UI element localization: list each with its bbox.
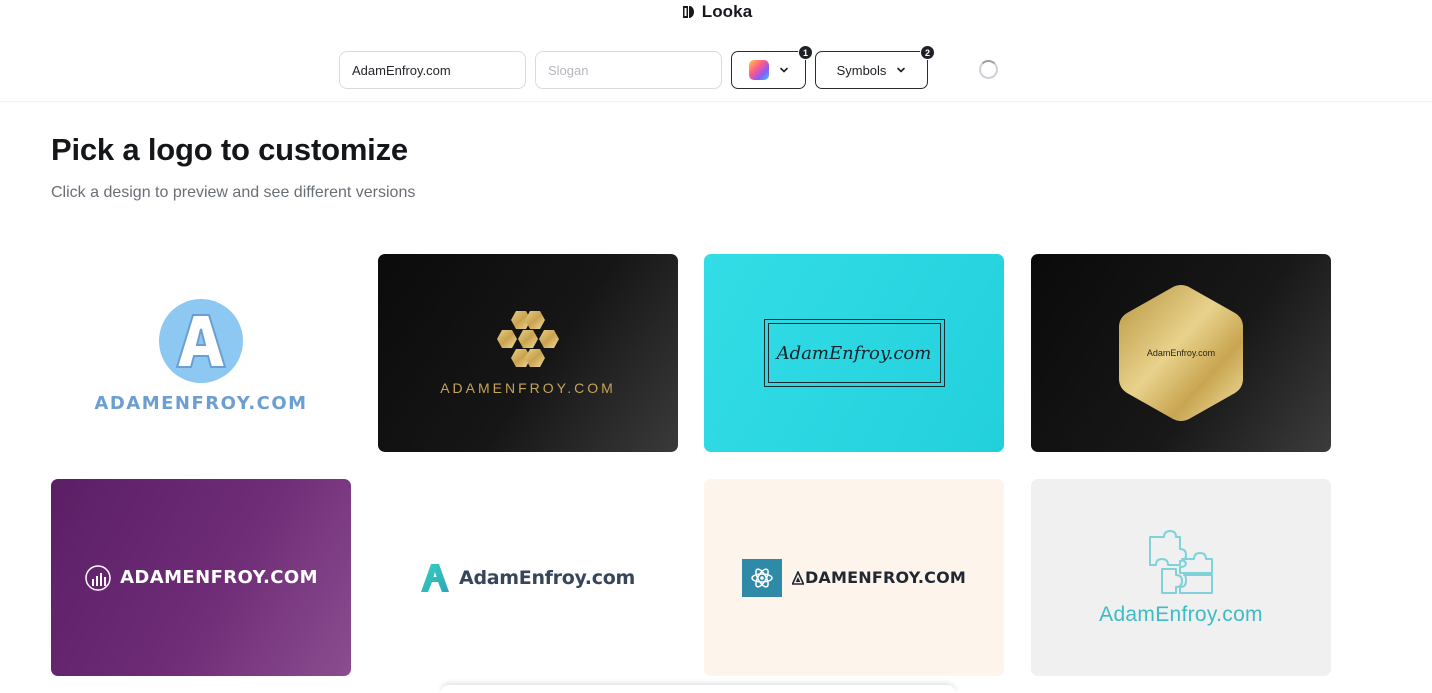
logo-text: AdamEnfroy.com (459, 566, 635, 589)
logo-text: AdamEnfroy.com (1099, 602, 1263, 626)
page-title: Pick a logo to customize (51, 132, 408, 167)
loading-spinner-icon (979, 60, 998, 79)
gold-hexagon-icon: AdamEnfroy.com (1119, 283, 1243, 423)
logo-card[interactable]: AdamEnfroy.com (1031, 479, 1331, 676)
logo-card[interactable]: AdamEnfroy.com (378, 479, 678, 676)
letter-a-circle-icon (159, 298, 243, 383)
logo-text: ADAMENFROY.COM (120, 567, 318, 588)
double-frame: AdamEnfroy.com (763, 319, 945, 387)
looka-logo-icon (682, 6, 694, 18)
logo-text: AdamEnfroy.com (1146, 348, 1216, 358)
logo-options-toolbar: 1 Symbols 2 (0, 45, 1432, 89)
logo-text: ADAMENFROY.COM (440, 380, 616, 396)
letter-a-icon (421, 563, 450, 592)
symbols-label: Symbols (836, 62, 887, 78)
bottom-action-bar[interactable] (441, 685, 955, 693)
colors-count-badge: 1 (798, 45, 813, 60)
puzzle-icon (1149, 529, 1213, 594)
triangle-a-icon (791, 570, 804, 585)
chevron-down-icon (779, 67, 788, 73)
chart-circle-icon (85, 564, 111, 591)
brand-header: Looka (0, 1, 1432, 23)
symbols-count-badge: 2 (920, 45, 935, 60)
logo-card[interactable]: ADAMENFROY.COM (378, 254, 678, 452)
slogan-input[interactable] (535, 51, 722, 89)
inner-frame: AdamEnfroy.com (767, 323, 941, 383)
logo-card[interactable]: AdamEnfroy.com (704, 254, 1004, 452)
brand-name: Looka (701, 2, 753, 21)
logo-card[interactable]: DAMENFROY.COM (704, 479, 1004, 676)
color-palette-icon (748, 60, 769, 80)
atom-box-icon (741, 558, 782, 597)
hexagon-cluster-icon (497, 311, 559, 367)
chevron-down-icon (897, 67, 906, 73)
logo-text: AdamEnfroy.com (776, 342, 932, 364)
logo-card[interactable]: ADAMENFROY.COM (51, 479, 351, 676)
company-name-input[interactable] (339, 51, 526, 89)
logo-card[interactable]: ADAMENFROY.COM (51, 254, 351, 452)
letter-a-glyph (175, 313, 227, 368)
page-subtitle: Click a design to preview and see differ… (51, 184, 416, 201)
symbols-dropdown-button[interactable]: Symbols 2 (815, 45, 935, 89)
logo-text: ADAMENFROY.COM (94, 392, 308, 414)
logo-text: DAMENFROY.COM (804, 568, 967, 587)
colors-dropdown-button[interactable]: 1 (731, 45, 813, 89)
header-divider (0, 101, 1432, 102)
logo-card[interactable]: AdamEnfroy.com (1031, 254, 1331, 452)
